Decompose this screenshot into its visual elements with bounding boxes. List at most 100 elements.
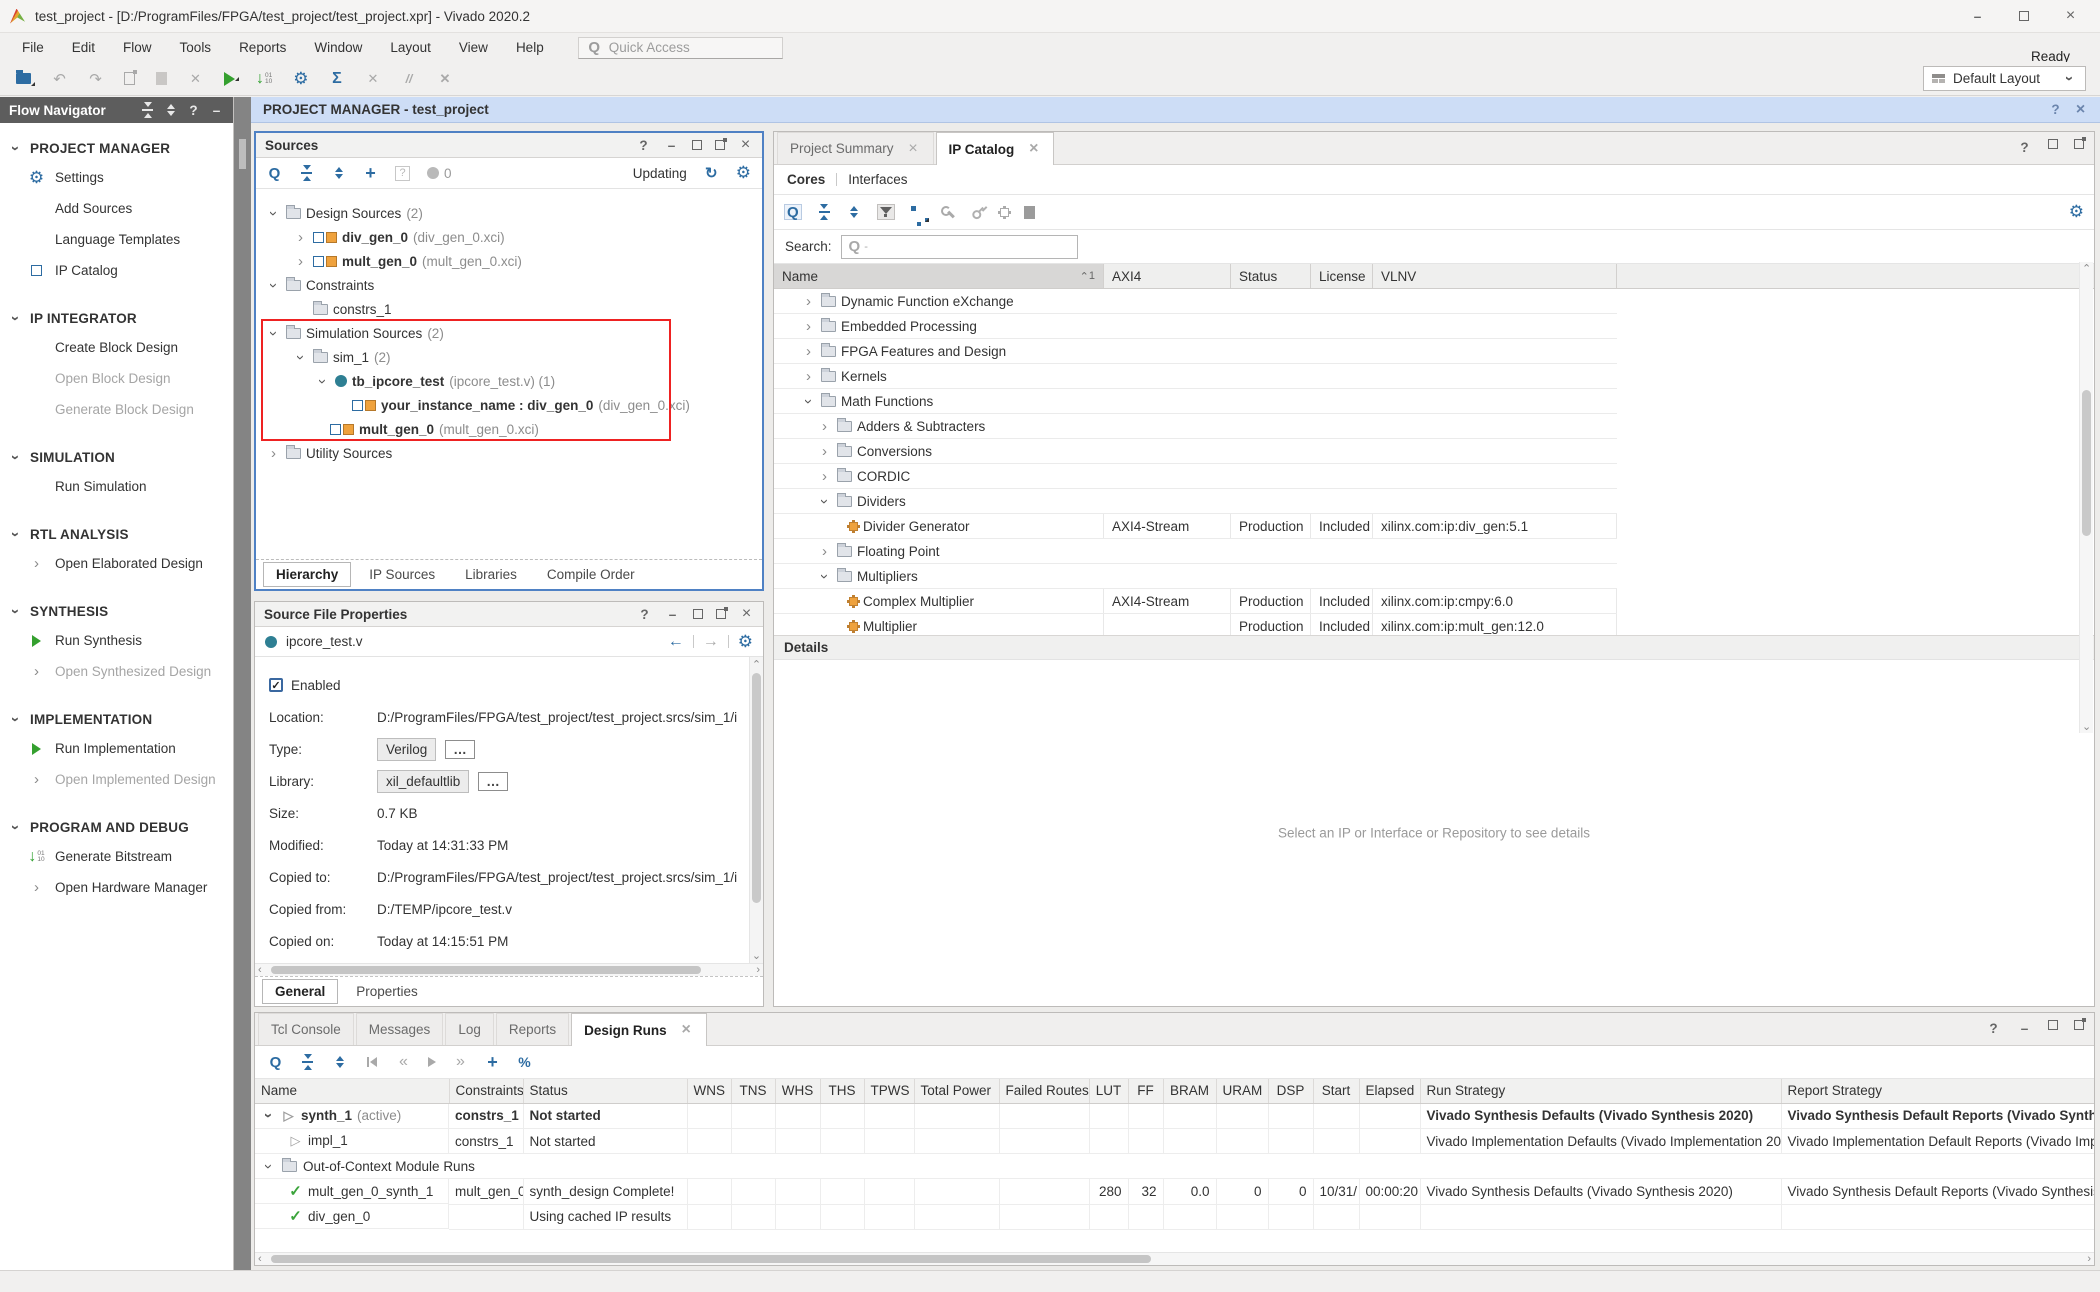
chevron-right-icon[interactable] bbox=[801, 293, 816, 310]
column-name[interactable]: Name bbox=[255, 1079, 449, 1103]
menu-file[interactable]: File bbox=[8, 33, 58, 62]
column-tpws[interactable]: TPWS bbox=[864, 1079, 914, 1103]
vertical-scrollbar[interactable]: ⌃⌄ bbox=[2079, 262, 2093, 733]
fn-section-rtl-analysis[interactable]: RTL ANALYSIS bbox=[0, 521, 233, 548]
layout-selector[interactable]: Default Layout bbox=[1923, 66, 2086, 91]
chevron-right-icon[interactable] bbox=[817, 468, 832, 485]
fn-item-open-hardware-manager[interactable]: Open Hardware Manager bbox=[0, 872, 233, 903]
tab-log[interactable]: Log bbox=[445, 1013, 494, 1045]
quick-access-search[interactable]: Quick Access bbox=[578, 37, 783, 59]
forward-icon[interactable] bbox=[703, 634, 719, 650]
fn-item-generate-bitstream[interactable]: Generate Bitstream bbox=[0, 841, 233, 872]
run-row-synth-1[interactable]: synth_1(active) constrs_1 Not started Vi… bbox=[255, 1103, 2094, 1129]
chevron-right-icon[interactable] bbox=[817, 443, 832, 460]
generate-bitstream-icon[interactable] bbox=[256, 71, 272, 87]
tree-item-your-instance-name[interactable]: your_instance_name : div_gen_0(div_gen_0… bbox=[256, 393, 762, 417]
fn-item-open-block-design[interactable]: Open Block Design bbox=[0, 363, 233, 394]
library-browse-button[interactable] bbox=[478, 772, 508, 791]
float-panel-icon[interactable] bbox=[715, 140, 725, 150]
tab-project-summary[interactable]: Project Summary bbox=[777, 132, 934, 164]
column-failed-routes[interactable]: Failed Routes bbox=[999, 1079, 1089, 1103]
window-maximize-button[interactable] bbox=[2019, 11, 2029, 21]
float-panel-icon[interactable] bbox=[2074, 1020, 2084, 1030]
subtab-cores[interactable]: Cores bbox=[787, 172, 825, 187]
fn-item-generate-block-design[interactable]: Generate Block Design bbox=[0, 394, 233, 425]
chevron-down-icon[interactable] bbox=[292, 350, 309, 365]
search-icon[interactable] bbox=[267, 165, 282, 181]
tab-hierarchy[interactable]: Hierarchy bbox=[263, 562, 351, 587]
collapse-all-icon[interactable] bbox=[817, 205, 832, 219]
window-minimize-button[interactable] bbox=[1970, 8, 1985, 24]
enabled-checkbox[interactable] bbox=[269, 678, 283, 692]
tree-item-utility-sources[interactable]: Utility Sources bbox=[256, 441, 762, 465]
tab-reports[interactable]: Reports bbox=[496, 1013, 569, 1045]
settings-gear-icon[interactable] bbox=[293, 71, 308, 87]
chevron-down-icon[interactable] bbox=[816, 569, 833, 584]
ip-category-row[interactable]: Kernels bbox=[774, 364, 1617, 389]
redo-icon[interactable] bbox=[88, 71, 103, 87]
column-start[interactable]: Start bbox=[1313, 1079, 1359, 1103]
column-lut[interactable]: LUT bbox=[1089, 1079, 1128, 1103]
maximize-panel-icon[interactable] bbox=[2048, 1020, 2058, 1030]
tab-properties[interactable]: Properties bbox=[344, 980, 430, 1003]
help-icon[interactable] bbox=[637, 606, 652, 622]
column-uram[interactable]: URAM bbox=[1216, 1079, 1268, 1103]
column-ths[interactable]: THS bbox=[820, 1079, 864, 1103]
help-icon[interactable] bbox=[186, 102, 201, 118]
type-field[interactable]: Verilog bbox=[377, 738, 436, 761]
horizontal-scrollbar[interactable]: ‹› bbox=[255, 963, 763, 976]
chevron-right-icon[interactable] bbox=[293, 253, 308, 270]
help-disabled-icon[interactable] bbox=[395, 166, 410, 181]
horizontal-scrollbar[interactable]: ‹› bbox=[255, 1252, 2094, 1265]
gear-icon[interactable] bbox=[2069, 204, 2084, 220]
slashes-icon[interactable] bbox=[401, 71, 416, 87]
expand-all-icon[interactable] bbox=[163, 103, 178, 117]
float-panel-icon[interactable] bbox=[2074, 139, 2084, 149]
fn-item-run-implementation[interactable]: Run Implementation bbox=[0, 733, 233, 764]
fn-section-program-debug[interactable]: PROGRAM AND DEBUG bbox=[0, 814, 233, 841]
chevron-right-icon[interactable] bbox=[801, 368, 816, 385]
column-wns[interactable]: WNS bbox=[687, 1079, 731, 1103]
gear-icon[interactable] bbox=[736, 165, 751, 181]
ip-category-row[interactable]: Conversions bbox=[774, 439, 1617, 464]
fn-item-settings[interactable]: Settings bbox=[0, 162, 233, 193]
tab-ip-sources[interactable]: IP Sources bbox=[357, 563, 447, 586]
run-selected-icon[interactable] bbox=[428, 1057, 436, 1067]
menu-help[interactable]: Help bbox=[502, 33, 558, 62]
minimize-panel-icon[interactable] bbox=[665, 606, 680, 622]
column-ff[interactable]: FF bbox=[1128, 1079, 1163, 1103]
minimize-panel-icon[interactable] bbox=[209, 102, 224, 118]
chevron-down-icon[interactable] bbox=[265, 206, 282, 221]
tree-item-tb-ipcore-test[interactable]: tb_ipcore_test(ipcore_test.v) (1) bbox=[256, 369, 762, 393]
close-icon[interactable] bbox=[2073, 102, 2088, 118]
search-icon[interactable] bbox=[784, 204, 802, 220]
search-icon[interactable] bbox=[268, 1054, 283, 1070]
chevron-down-icon[interactable] bbox=[314, 374, 331, 389]
back-icon[interactable] bbox=[668, 634, 684, 650]
fn-section-synthesis[interactable]: SYNTHESIS bbox=[0, 598, 233, 625]
chevron-down-icon[interactable] bbox=[816, 494, 833, 509]
chevron-down-icon[interactable] bbox=[260, 1159, 277, 1174]
menu-layout[interactable]: Layout bbox=[376, 33, 445, 62]
collapse-all-icon[interactable] bbox=[140, 103, 155, 117]
menu-window[interactable]: Window bbox=[300, 33, 376, 62]
tab-general[interactable]: General bbox=[262, 979, 338, 1004]
tab-compile-order[interactable]: Compile Order bbox=[535, 563, 647, 586]
column-tns[interactable]: TNS bbox=[731, 1079, 775, 1103]
gear-icon[interactable] bbox=[738, 634, 753, 650]
next-runs-icon[interactable] bbox=[453, 1054, 468, 1070]
fn-item-open-implemented-design[interactable]: Open Implemented Design bbox=[0, 764, 233, 795]
tab-ip-catalog[interactable]: IP Catalog bbox=[936, 132, 1055, 165]
tree-item-mult-gen-0[interactable]: mult_gen_0(mult_gen_0.xci) bbox=[256, 249, 762, 273]
type-browse-button[interactable] bbox=[445, 740, 475, 759]
tab-messages[interactable]: Messages bbox=[356, 1013, 444, 1045]
minimize-panel-icon[interactable] bbox=[2017, 1020, 2032, 1036]
column-total-power[interactable]: Total Power bbox=[914, 1079, 999, 1103]
run-row-mult-gen-0-synth-1[interactable]: mult_gen_0_synth_1 mult_gen_0 synth_desi… bbox=[255, 1179, 2094, 1205]
close-tab-icon[interactable] bbox=[1026, 141, 1041, 157]
cancel-run-icon[interactable] bbox=[365, 71, 380, 87]
menu-view[interactable]: View bbox=[445, 33, 502, 62]
chevron-right-icon[interactable] bbox=[801, 318, 816, 335]
close-tab-icon[interactable] bbox=[906, 141, 921, 157]
ip-category-row[interactable]: Dividers bbox=[774, 489, 1617, 514]
